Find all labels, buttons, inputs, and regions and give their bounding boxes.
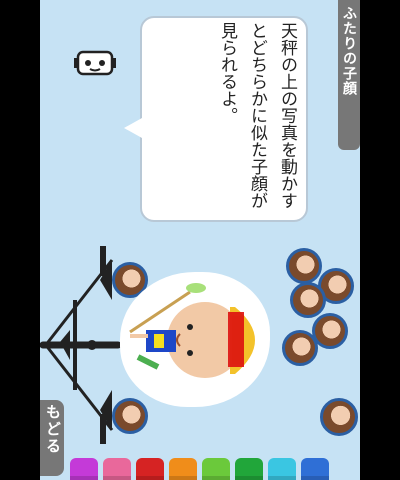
crayon-color[interactable] [70,458,98,480]
speech-bubble-tail [124,118,142,138]
crayon-color[interactable] [235,458,263,480]
crayon-color[interactable] [169,458,197,480]
robot-icon [74,50,116,76]
left-border [0,0,40,480]
child-doll-icon [129,283,255,378]
right-border [360,0,400,480]
candidate-photo[interactable] [290,282,326,318]
crayon-color[interactable] [202,458,230,480]
candidate-photo[interactable] [320,398,358,436]
crayon-color[interactable] [301,458,329,480]
crayon-color[interactable] [268,458,296,480]
crayon-color[interactable] [136,458,164,480]
crayon-palette [70,458,360,480]
instruction-text: 天秤の上の写真を動かすとどちらかに似た子顔が見られるよ。 [217,22,297,209]
app-title: ふたりの子顔 [341,6,357,96]
back-button-label: もどる [44,404,62,455]
candidate-photo[interactable] [286,248,322,284]
crayon-color[interactable] [103,458,131,480]
candidate-photo[interactable] [282,330,318,366]
